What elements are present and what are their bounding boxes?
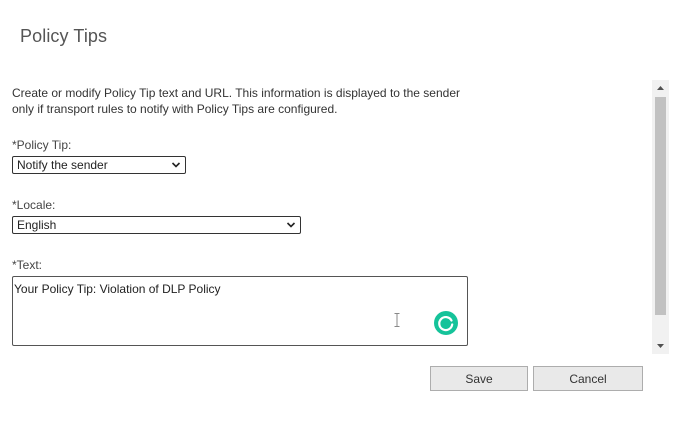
text-cursor-icon xyxy=(394,313,400,327)
description-text: Create or modify Policy Tip text and URL… xyxy=(12,86,460,116)
policy-tip-value: Notify the sender xyxy=(17,158,108,172)
locale-label: *Locale: xyxy=(12,198,56,212)
locale-select[interactable]: English xyxy=(12,216,301,234)
policy-tips-dialog: Policy Tips Create or modify Policy Tip … xyxy=(0,0,675,424)
scroll-up-icon[interactable] xyxy=(652,80,669,97)
policy-tip-select[interactable]: Notify the sender xyxy=(12,156,186,174)
chevron-down-icon xyxy=(286,222,296,228)
vertical-scrollbar[interactable] xyxy=(652,80,669,354)
cancel-button[interactable]: Cancel xyxy=(533,366,643,391)
chevron-down-icon xyxy=(171,162,181,168)
text-label: *Text: xyxy=(12,258,43,272)
locale-value: English xyxy=(17,218,57,232)
grammarly-ring-icon xyxy=(438,316,454,332)
policy-tip-label: *Policy Tip: xyxy=(12,138,72,152)
page-title: Policy Tips xyxy=(20,26,108,46)
scrollbar-thumb[interactable] xyxy=(655,97,666,315)
policy-tip-text-input[interactable]: Your Policy Tip: Violation of DLP Policy xyxy=(12,276,468,346)
grammarly-icon[interactable] xyxy=(434,311,458,335)
scroll-content: Create or modify Policy Tip text and URL… xyxy=(0,80,652,354)
save-button[interactable]: Save xyxy=(430,366,528,391)
scroll-down-icon[interactable] xyxy=(652,337,669,354)
